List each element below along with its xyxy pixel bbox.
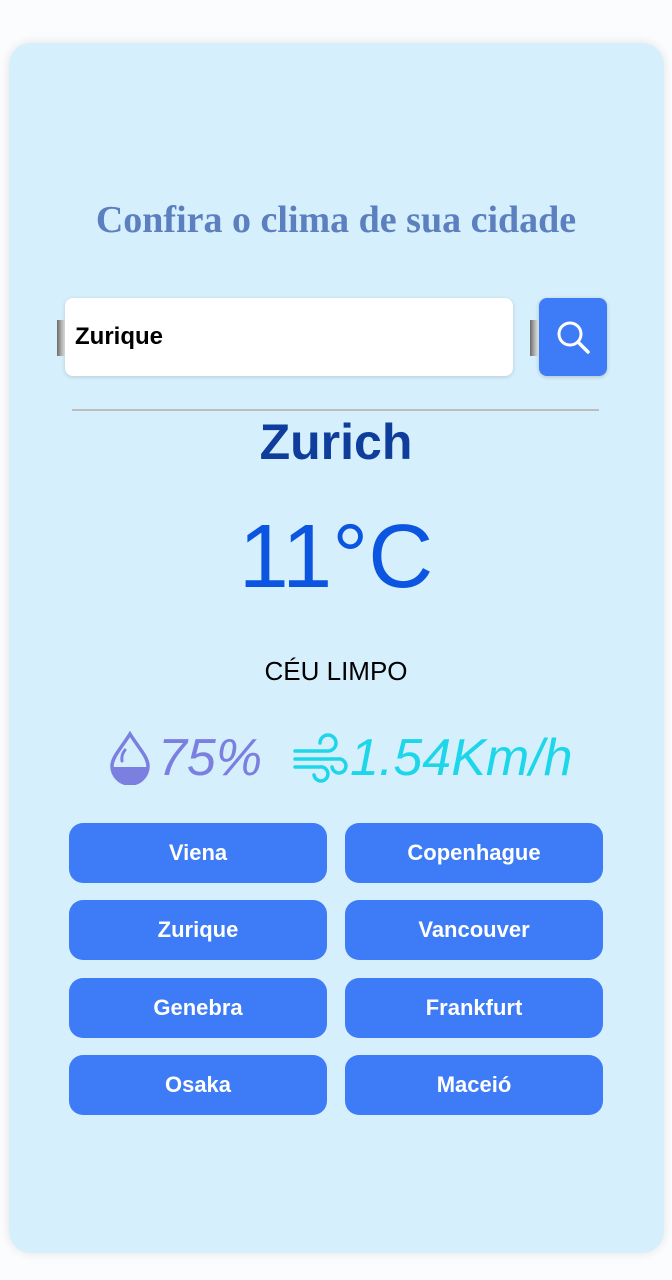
city-button-zurique[interactable]: Zurique <box>69 900 327 960</box>
temperature: 11°C <box>238 507 434 607</box>
weather-description: CÉU LIMPO <box>264 656 408 686</box>
city-button-copenhague[interactable]: Copenhague <box>345 823 603 883</box>
divider <box>72 409 599 411</box>
city-button-vancouver[interactable]: Vancouver <box>345 900 603 960</box>
wind-icon <box>293 733 348 783</box>
search-button[interactable] <box>539 298 607 376</box>
city-name: Zurich <box>259 414 413 470</box>
city-search-input[interactable] <box>65 298 513 376</box>
city-button-maceio[interactable]: Maceió <box>345 1055 603 1115</box>
wind-value: 1.54Km/h <box>350 729 573 787</box>
droplet-icon <box>110 731 150 785</box>
city-button-viena[interactable]: Viena <box>69 823 327 883</box>
search-icon <box>557 321 590 354</box>
city-button-genebra[interactable]: Genebra <box>69 978 327 1038</box>
button-left-decoration <box>530 320 538 356</box>
humidity-indicator: 75% <box>108 728 262 788</box>
city-button-osaka[interactable]: Osaka <box>69 1055 327 1115</box>
city-button-frankfurt[interactable]: Frankfurt <box>345 978 603 1038</box>
wind-indicator: 1.54Km/h <box>292 728 573 788</box>
humidity-value: 75% <box>158 729 263 787</box>
input-left-decoration <box>57 320 65 356</box>
page-title: Confira o clima de sua cidade <box>95 199 577 241</box>
